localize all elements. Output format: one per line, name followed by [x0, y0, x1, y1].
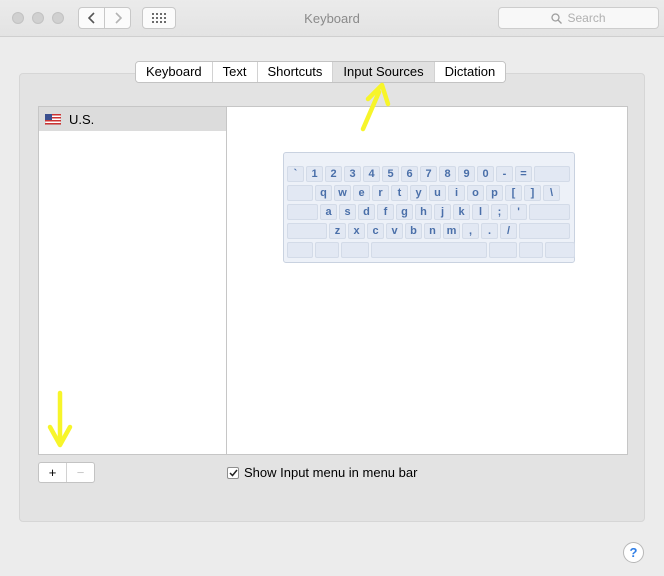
keyboard-key: m: [443, 223, 460, 239]
us-flag-icon: [45, 113, 61, 125]
keyboard-key: r: [372, 185, 389, 201]
keyboard-key: f: [377, 204, 394, 220]
keyboard-key: \: [543, 185, 560, 201]
keyboard-row: [287, 242, 575, 258]
keyboard-key: 3: [344, 166, 361, 182]
keyboard-key: g: [396, 204, 413, 220]
keyboard-key: [287, 242, 313, 258]
keyboard-key: /: [500, 223, 517, 239]
keyboard-key: 4: [363, 166, 380, 182]
keyboard-key: d: [358, 204, 375, 220]
keyboard-key: v: [386, 223, 403, 239]
show-input-menu-label: Show Input menu in menu bar: [244, 465, 418, 480]
search-placeholder: Search: [567, 11, 606, 25]
tab-keyboard[interactable]: Keyboard: [136, 62, 212, 82]
keyboard-key: w: [334, 185, 351, 201]
keyboard-key: [519, 223, 570, 239]
title-bar: Keyboard Search: [0, 0, 664, 37]
keyboard-key: t: [391, 185, 408, 201]
keyboard-row: q w e r t y u i o p[] \: [287, 185, 560, 201]
keyboard-key: z: [329, 223, 346, 239]
keyboard-row: ` 1 2 3 4 5 6 7 8 9 0- =: [287, 166, 570, 182]
keyboard-key: 1: [306, 166, 323, 182]
keyboard-key: [315, 242, 339, 258]
keyboard-layout-preview: ` 1 2 3 4 5 6 7 8 9 0- = q w e r t y u i o p[] \ a s d f g h j k l; ' …: [283, 152, 575, 263]
keyboard-row: z x c v b n m,. /: [287, 223, 570, 239]
keyboard-key: l: [472, 204, 489, 220]
keyboard-key: i: [448, 185, 465, 201]
keyboard-key: [: [505, 185, 522, 201]
keyboard-key: .: [481, 223, 498, 239]
keyboard-key: [519, 242, 543, 258]
keyboard-key: [287, 204, 318, 220]
keyboard-key: `: [287, 166, 304, 182]
keyboard-key: p: [486, 185, 503, 201]
add-source-button[interactable]: +: [39, 463, 66, 482]
keyboard-key: =: [515, 166, 532, 182]
keyboard-key: k: [453, 204, 470, 220]
keyboard-key: x: [348, 223, 365, 239]
keyboard-key: ': [510, 204, 527, 220]
keyboard-key: [287, 185, 313, 201]
help-button[interactable]: ?: [623, 542, 644, 563]
keyboard-row: a s d f g h j k l; ': [287, 204, 570, 220]
keyboard-key: c: [367, 223, 384, 239]
keyboard-key: [534, 166, 570, 182]
search-field[interactable]: Search: [498, 7, 659, 29]
keyboard-key: h: [415, 204, 432, 220]
keyboard-key: o: [467, 185, 484, 201]
keyboard-key: u: [429, 185, 446, 201]
keyboard-key: 2: [325, 166, 342, 182]
keyboard-key: [529, 204, 570, 220]
keyboard-key: b: [405, 223, 422, 239]
keyboard-key: [371, 242, 487, 258]
tab-input-sources[interactable]: Input Sources: [332, 62, 434, 82]
search-icon: [551, 12, 563, 24]
tab-bar: Keyboard Text Shortcuts Input Sources Di…: [135, 61, 507, 83]
show-input-menu-option[interactable]: Show Input menu in menu bar: [227, 465, 417, 480]
remove-source-button[interactable]: −: [66, 463, 94, 482]
show-input-menu-checkbox[interactable]: [227, 466, 239, 479]
keyboard-key: ,: [462, 223, 479, 239]
keyboard-key: a: [320, 204, 337, 220]
keyboard-key: 6: [401, 166, 418, 182]
keyboard-key: ]: [524, 185, 541, 201]
keyboard-key: [489, 242, 517, 258]
annotation-arrow-icon: [360, 82, 391, 132]
tab-shortcuts[interactable]: Shortcuts: [256, 62, 333, 82]
input-source-us[interactable]: U.S.: [39, 107, 226, 131]
keyboard-key: [545, 242, 575, 258]
add-remove-control: + −: [38, 462, 95, 483]
annotation-arrow-icon: [47, 390, 73, 448]
keyboard-key: y: [410, 185, 427, 201]
keyboard-key: 0: [477, 166, 494, 182]
keyboard-key: 8: [439, 166, 456, 182]
keyboard-key: -: [496, 166, 513, 182]
keyboard-key: e: [353, 185, 370, 201]
keyboard-key: 5: [382, 166, 399, 182]
keyboard-key: n: [424, 223, 441, 239]
tab-dictation[interactable]: Dictation: [433, 62, 506, 82]
tab-text[interactable]: Text: [211, 62, 257, 82]
keyboard-key: q: [315, 185, 332, 201]
keyboard-key: 9: [458, 166, 475, 182]
keyboard-key: j: [434, 204, 451, 220]
keyboard-key: s: [339, 204, 356, 220]
checkmark-icon: [228, 469, 238, 477]
keyboard-key: [287, 223, 327, 239]
keyboard-key: 7: [420, 166, 437, 182]
keyboard-key: [341, 242, 369, 258]
input-source-label: U.S.: [69, 111, 95, 127]
keyboard-key: ;: [491, 204, 508, 220]
